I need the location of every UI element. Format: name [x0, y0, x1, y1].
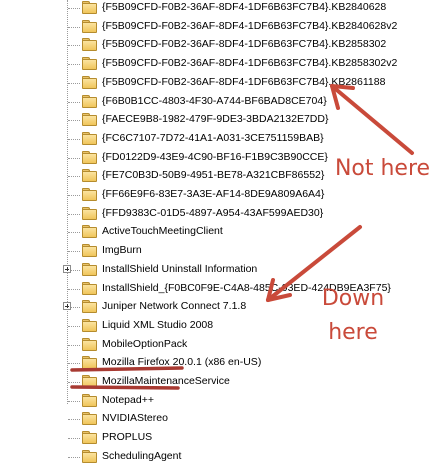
- tree-item[interactable]: NVIDIAStereo: [0, 410, 435, 429]
- arrow-not-here: [330, 84, 414, 155]
- tree-connector: [68, 438, 80, 440]
- tree-connector: [68, 419, 80, 421]
- tree-connector: [68, 456, 80, 458]
- folder-icon: [82, 412, 97, 426]
- tree-item-label: PROPLUS: [102, 431, 153, 444]
- underline-2: [70, 385, 180, 390]
- tree-item[interactable]: PROPLUS: [0, 429, 435, 448]
- underline-1: [70, 366, 184, 372]
- annotation-here: here: [328, 320, 378, 345]
- tree-item-label: SchedulingAgent: [102, 449, 182, 462]
- folder-icon: [82, 449, 97, 463]
- tree-item[interactable]: SchedulingAgent: [0, 448, 435, 466]
- folder-icon: [82, 431, 97, 445]
- tree-item-label: NVIDIAStereo: [102, 412, 168, 425]
- annotation-down: Down: [321, 286, 385, 311]
- annotation-not-here: Not here: [334, 156, 431, 181]
